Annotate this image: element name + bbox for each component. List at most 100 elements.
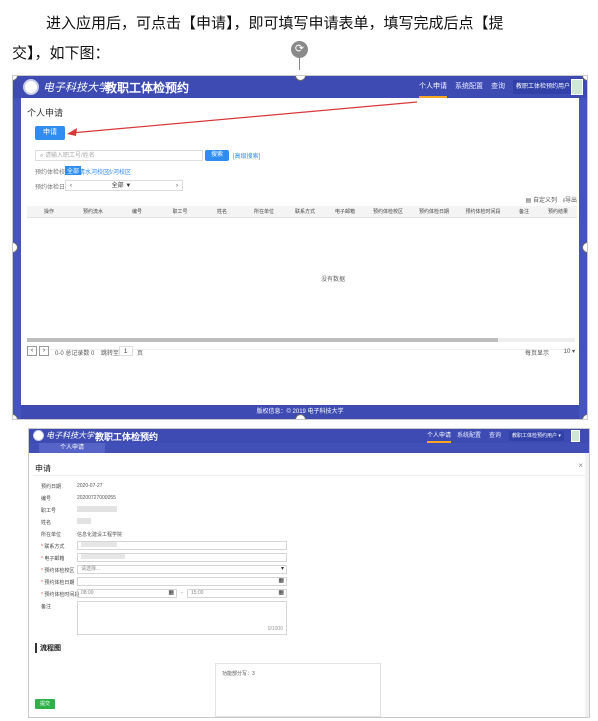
contact-input[interactable] bbox=[77, 541, 287, 550]
export-label: 导出 bbox=[564, 198, 577, 204]
flow-diagram: 功能部分写：3 bbox=[215, 663, 381, 717]
label-staff-id: 职工号 bbox=[41, 508, 57, 514]
next-date-icon[interactable]: › bbox=[176, 181, 178, 191]
page-title: 个人申请 bbox=[27, 108, 64, 118]
university-logo-icon-2 bbox=[33, 430, 44, 441]
empty-state-text: 没有数据 bbox=[321, 277, 346, 283]
nav-system-config-2[interactable]: 系统配置 bbox=[457, 429, 481, 443]
table-body bbox=[27, 218, 577, 350]
top-navbar-2: 电子科技大学 教职工体检预约 个人申请 系统配置 查询 教职工体检预约用户 ▾ bbox=[29, 429, 589, 443]
page-unit: 页 bbox=[137, 351, 144, 357]
col-number: 编号 bbox=[131, 209, 142, 215]
date-filter-value: 全部 ▼ bbox=[111, 183, 132, 189]
col-remark: 备注 bbox=[518, 209, 529, 215]
tab-personal-apply[interactable]: 个人申请 bbox=[39, 443, 105, 453]
page-size-select[interactable]: 10 ▾ bbox=[564, 348, 575, 355]
campus-select[interactable]: 请选择... ▾ bbox=[77, 565, 287, 574]
resize-handle-br[interactable] bbox=[582, 414, 587, 419]
col-serial: 预约流水 bbox=[82, 209, 103, 215]
close-icon[interactable]: × bbox=[578, 461, 583, 470]
instruction-line-1: 进入应用后，可点击【申请】，即可填写申请表单，填写完成后点【提 bbox=[46, 14, 504, 32]
page-size-label: 每页显示 bbox=[524, 351, 549, 357]
columns-icon: ▤ bbox=[525, 198, 532, 204]
email-input[interactable] bbox=[77, 553, 287, 562]
avatar-2[interactable] bbox=[571, 430, 580, 442]
col-unit: 所在单位 bbox=[253, 209, 274, 215]
label-contact-text: 联系方式 bbox=[44, 544, 65, 550]
value-booking-date: 2020-07-27 bbox=[77, 483, 103, 489]
time-start-value: 08:00 bbox=[81, 590, 94, 596]
nav-query[interactable]: 查询 bbox=[491, 76, 505, 98]
rotate-handle-icon[interactable]: ⟳ bbox=[291, 41, 308, 58]
export-button[interactable]: ⭳导出 bbox=[563, 195, 577, 206]
scrollbar-thumb[interactable] bbox=[27, 338, 499, 342]
flow-section-title: 流程图 bbox=[35, 643, 61, 653]
filter-shahe[interactable]: 沙河校区 bbox=[107, 167, 131, 176]
label-email: * 电子邮箱 bbox=[41, 556, 65, 562]
dialog-divider bbox=[33, 475, 585, 476]
form-page-screenshot: 电子科技大学 教职工体检预约 个人申请 系统配置 查询 教职工体检预约用户 ▾ … bbox=[28, 428, 590, 718]
calendar-icon: ▦ bbox=[278, 590, 284, 596]
value-number: 20200727000055 bbox=[77, 495, 116, 501]
label-booking-date: 预约日期 bbox=[41, 484, 62, 490]
col-staff-id: 职工号 bbox=[172, 209, 188, 215]
prev-date-icon[interactable]: ‹ bbox=[70, 183, 72, 189]
label-email-text: 电子邮箱 bbox=[44, 556, 65, 562]
submit-button[interactable]: 提交 bbox=[35, 699, 55, 709]
university-name: 电子科技大学 bbox=[43, 81, 109, 94]
prev-page-button[interactable]: ‹ bbox=[27, 346, 37, 356]
user-menu-label: 教职工体检预约用户 bbox=[516, 84, 571, 90]
user-menu[interactable]: 教职工体检预约用户 ▾ bbox=[513, 80, 578, 94]
search-input[interactable]: ⌕ 请输入职工号/姓名 bbox=[35, 150, 203, 161]
col-operation: 操作 bbox=[43, 209, 54, 215]
sub-tab-bar: 个人申请 bbox=[29, 443, 589, 453]
system-title-2: 教职工体检预约 bbox=[95, 432, 159, 442]
value-unit: 信息化建设工程学院 bbox=[77, 532, 123, 538]
campus-select-value: 请选择... bbox=[81, 566, 101, 572]
col-time-slot: 预约体检时间段 bbox=[465, 209, 501, 215]
advanced-search-link[interactable]: [高级搜索] bbox=[233, 151, 260, 160]
filter-qingshuihe[interactable]: 清水河校区 bbox=[79, 167, 109, 176]
label-contact: * 联系方式 bbox=[41, 544, 65, 550]
resize-handle-mr[interactable] bbox=[582, 242, 587, 253]
resize-handle-bc[interactable] bbox=[295, 414, 306, 419]
calendar-icon: ▦ bbox=[278, 578, 284, 584]
list-page-screenshot: 电子科技大学 教职工体检预约 个人申请 系统配置 查询 教职工体检预约用户 ▾ … bbox=[12, 75, 588, 420]
search-placeholder: 请输入职工号/姓名 bbox=[45, 153, 95, 159]
rotate-handle-line bbox=[299, 58, 300, 70]
remark-textarea[interactable]: 0/1000 bbox=[77, 601, 287, 635]
avatar[interactable] bbox=[571, 79, 583, 95]
time-separator: - bbox=[181, 590, 183, 596]
left-edge-strip bbox=[13, 98, 21, 419]
next-page-button[interactable]: › bbox=[39, 346, 49, 356]
custom-columns-button[interactable]: ▤ 自定义列 bbox=[526, 195, 557, 204]
search-button[interactable]: 搜索 bbox=[205, 150, 229, 161]
col-name: 姓名 bbox=[216, 209, 227, 215]
jump-page-input[interactable]: 1 bbox=[119, 346, 133, 356]
col-result: 预约结果 bbox=[547, 209, 568, 215]
chevron-down-icon: ▾ bbox=[280, 566, 284, 572]
user-menu-2[interactable]: 教职工体检预约用户 ▾ bbox=[509, 431, 564, 441]
university-name-2: 电子科技大学 bbox=[46, 431, 94, 440]
horizontal-scrollbar[interactable] bbox=[27, 338, 575, 342]
university-logo-icon bbox=[23, 79, 39, 95]
label-exam-date-text: 预约体检日期 bbox=[44, 580, 75, 586]
label-unit: 所在单位 bbox=[41, 532, 62, 538]
time-end-value: 15:00 bbox=[191, 590, 204, 596]
dialog-title: 申请 bbox=[35, 464, 51, 473]
date-filter-select[interactable]: ‹ 全部 ▼ › bbox=[65, 180, 183, 191]
apply-button[interactable]: 申请 bbox=[35, 126, 65, 140]
label-remark: 备注 bbox=[41, 604, 52, 610]
nav-personal-apply-2[interactable]: 个人申请 bbox=[427, 429, 452, 443]
exam-date-input[interactable]: ▦ bbox=[77, 577, 287, 586]
nav-system-config[interactable]: 系统配置 bbox=[455, 76, 483, 98]
label-number: 编号 bbox=[41, 496, 52, 502]
nav-personal-apply[interactable]: 个人申请 bbox=[419, 76, 447, 98]
col-email: 电子邮箱 bbox=[334, 209, 355, 215]
time-start-input[interactable]: 08:00 ▦ bbox=[77, 589, 177, 598]
right-edge-strip bbox=[579, 98, 587, 419]
nav-query-2[interactable]: 查询 bbox=[489, 429, 501, 443]
time-end-input[interactable]: 15:00 ▦ bbox=[187, 589, 287, 598]
search-icon: ⌕ bbox=[40, 153, 44, 159]
vertical-scrollbar[interactable] bbox=[585, 453, 589, 717]
